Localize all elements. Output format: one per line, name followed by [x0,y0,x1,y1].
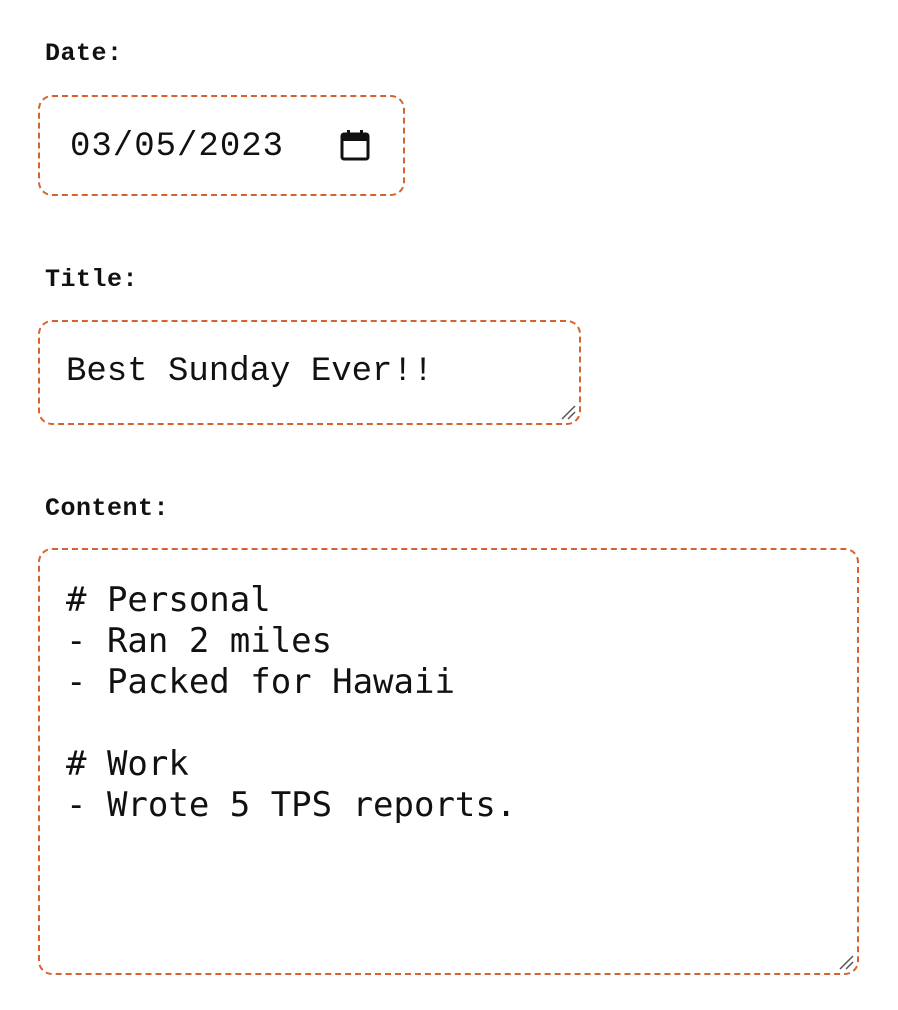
date-value: 03/05/2023 [70,128,285,166]
calendar-icon[interactable] [340,129,370,161]
title-textarea[interactable]: Best Sunday Ever!! [38,320,581,425]
date-label: Date: [45,39,123,68]
content-textarea[interactable]: # Personal - Ran 2 miles - Packed for Ha… [38,548,859,975]
resize-handle-icon[interactable] [838,954,854,970]
resize-handle-icon[interactable] [560,404,576,420]
content-label: Content: [45,494,170,523]
content-value: # Personal - Ran 2 miles - Packed for Ha… [66,580,517,825]
title-label: Title: [45,265,139,294]
date-input[interactable]: 03/05/2023 [38,95,405,196]
title-value: Best Sunday Ever!! [66,353,434,391]
